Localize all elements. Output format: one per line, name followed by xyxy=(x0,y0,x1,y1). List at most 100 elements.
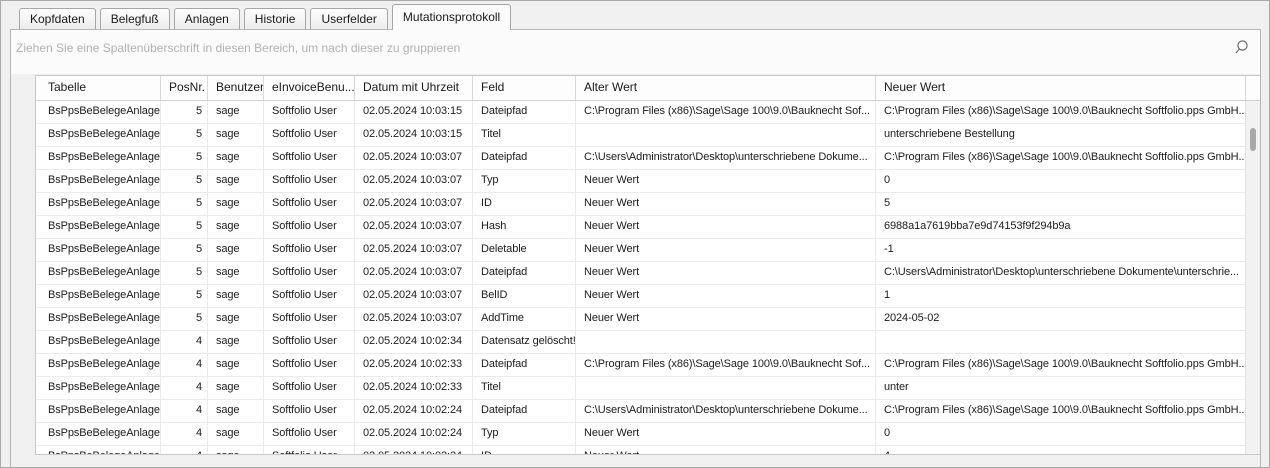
cell-feld[interactable]: AddTime xyxy=(473,308,576,330)
cell-feld[interactable]: Hash xyxy=(473,216,576,238)
cell-neuer_wert[interactable]: 2024-05-02 xyxy=(876,308,1245,330)
cell-posnr[interactable]: 5 xyxy=(161,124,208,146)
cell-datum_mit_uhrzeit[interactable]: 02.05.2024 10:03:15 xyxy=(355,124,473,146)
column-header-feld[interactable]: Feld xyxy=(473,76,576,100)
cell-tabelle[interactable]: BsPpsBeBelegeAnlagen xyxy=(36,101,161,123)
cell-einvoicebenutzer[interactable]: Softfolio User xyxy=(264,331,355,353)
cell-alter_wert[interactable]: Neuer Wert xyxy=(576,423,876,445)
cell-posnr[interactable]: 5 xyxy=(161,239,208,261)
cell-alter_wert[interactable]: Neuer Wert xyxy=(576,239,876,261)
cell-einvoicebenutzer[interactable]: Softfolio User xyxy=(264,308,355,330)
table-row[interactable]: BsPpsBeBelegeAnlagen5sageSoftfolio User0… xyxy=(36,239,1245,262)
cell-benutzer[interactable]: sage xyxy=(208,377,264,399)
cell-datum_mit_uhrzeit[interactable]: 02.05.2024 10:03:07 xyxy=(355,193,473,215)
cell-einvoicebenutzer[interactable]: Softfolio User xyxy=(264,400,355,422)
cell-neuer_wert[interactable]: C:\Users\Administrator\Desktop\unterschr… xyxy=(876,262,1245,284)
cell-alter_wert[interactable]: Neuer Wert xyxy=(576,285,876,307)
table-row[interactable]: BsPpsBeBelegeAnlagen5sageSoftfolio User0… xyxy=(36,147,1245,170)
cell-alter_wert[interactable]: Neuer Wert xyxy=(576,446,876,454)
cell-einvoicebenutzer[interactable]: Softfolio User xyxy=(264,285,355,307)
cell-feld[interactable]: Dateipfad xyxy=(473,354,576,376)
cell-tabelle[interactable]: BsPpsBeBelegeAnlagen xyxy=(36,446,161,454)
cell-alter_wert[interactable] xyxy=(576,124,876,146)
column-header-einvoicebenutzer[interactable]: eInvoiceBenu... xyxy=(264,76,355,100)
cell-datum_mit_uhrzeit[interactable]: 02.05.2024 10:02:24 xyxy=(355,400,473,422)
cell-neuer_wert[interactable]: 5 xyxy=(876,193,1245,215)
cell-einvoicebenutzer[interactable]: Softfolio User xyxy=(264,423,355,445)
tab-historie[interactable]: Historie xyxy=(244,8,307,29)
cell-einvoicebenutzer[interactable]: Softfolio User xyxy=(264,377,355,399)
table-row[interactable]: BsPpsBeBelegeAnlagen4sageSoftfolio User0… xyxy=(36,354,1245,377)
cell-feld[interactable]: Dateipfad xyxy=(473,101,576,123)
cell-tabelle[interactable]: BsPpsBeBelegeAnlagen xyxy=(36,193,161,215)
cell-posnr[interactable]: 5 xyxy=(161,193,208,215)
column-header-neuer_wert[interactable]: Neuer Wert xyxy=(876,76,1246,100)
table-row[interactable]: BsPpsBeBelegeAnlagen5sageSoftfolio User0… xyxy=(36,170,1245,193)
cell-alter_wert[interactable]: Neuer Wert xyxy=(576,193,876,215)
table-row[interactable]: BsPpsBeBelegeAnlagen5sageSoftfolio User0… xyxy=(36,101,1245,124)
cell-datum_mit_uhrzeit[interactable]: 02.05.2024 10:02:33 xyxy=(355,377,473,399)
column-header-datum_mit_uhrzeit[interactable]: Datum mit Uhrzeit xyxy=(355,76,473,100)
table-row[interactable]: BsPpsBeBelegeAnlagen5sageSoftfolio User0… xyxy=(36,308,1245,331)
cell-benutzer[interactable]: sage xyxy=(208,423,264,445)
cell-feld[interactable]: Dateipfad xyxy=(473,147,576,169)
cell-benutzer[interactable]: sage xyxy=(208,239,264,261)
group-by-panel[interactable]: Ziehen Sie eine Spaltenüberschrift in di… xyxy=(11,30,1260,74)
cell-einvoicebenutzer[interactable]: Softfolio User xyxy=(264,216,355,238)
cell-neuer_wert[interactable]: 6988a1a7619bba7e9d74153f9f294b9a xyxy=(876,216,1245,238)
cell-datum_mit_uhrzeit[interactable]: 02.05.2024 10:02:34 xyxy=(355,331,473,353)
cell-feld[interactable]: BelID xyxy=(473,285,576,307)
cell-posnr[interactable]: 5 xyxy=(161,262,208,284)
cell-feld[interactable]: ID xyxy=(473,446,576,454)
table-row[interactable]: BsPpsBeBelegeAnlagen5sageSoftfolio User0… xyxy=(36,193,1245,216)
cell-neuer_wert[interactable]: 0 xyxy=(876,423,1245,445)
cell-benutzer[interactable]: sage xyxy=(208,170,264,192)
cell-neuer_wert[interactable]: unterschriebene Bestellung xyxy=(876,124,1245,146)
cell-einvoicebenutzer[interactable]: Softfolio User xyxy=(264,193,355,215)
cell-benutzer[interactable]: sage xyxy=(208,446,264,454)
cell-benutzer[interactable]: sage xyxy=(208,331,264,353)
cell-alter_wert[interactable]: Neuer Wert xyxy=(576,216,876,238)
cell-posnr[interactable]: 4 xyxy=(161,331,208,353)
cell-neuer_wert[interactable]: -1 xyxy=(876,239,1245,261)
cell-einvoicebenutzer[interactable]: Softfolio User xyxy=(264,354,355,376)
cell-posnr[interactable]: 5 xyxy=(161,285,208,307)
table-row[interactable]: BsPpsBeBelegeAnlagen4sageSoftfolio User0… xyxy=(36,331,1245,354)
cell-feld[interactable]: Dateipfad xyxy=(473,262,576,284)
cell-feld[interactable]: Dateipfad xyxy=(473,400,576,422)
cell-feld[interactable]: Typ xyxy=(473,423,576,445)
tab-kopfdaten[interactable]: Kopfdaten xyxy=(19,8,96,29)
cell-tabelle[interactable]: BsPpsBeBelegeAnlagen xyxy=(36,170,161,192)
cell-datum_mit_uhrzeit[interactable]: 02.05.2024 10:03:07 xyxy=(355,262,473,284)
column-header-posnr[interactable]: PosNr. xyxy=(161,76,208,100)
cell-benutzer[interactable]: sage xyxy=(208,193,264,215)
cell-tabelle[interactable]: BsPpsBeBelegeAnlagen xyxy=(36,377,161,399)
cell-neuer_wert[interactable]: C:\Program Files (x86)\Sage\Sage 100\9.0… xyxy=(876,101,1245,123)
cell-datum_mit_uhrzeit[interactable]: 02.05.2024 10:03:07 xyxy=(355,308,473,330)
cell-feld[interactable]: Titel xyxy=(473,124,576,146)
cell-feld[interactable]: Titel xyxy=(473,377,576,399)
cell-alter_wert[interactable]: Neuer Wert xyxy=(576,170,876,192)
cell-alter_wert[interactable]: C:\Users\Administrator\Desktop\unterschr… xyxy=(576,400,876,422)
cell-benutzer[interactable]: sage xyxy=(208,124,264,146)
cell-tabelle[interactable]: BsPpsBeBelegeAnlagen xyxy=(36,308,161,330)
cell-benutzer[interactable]: sage xyxy=(208,101,264,123)
cell-benutzer[interactable]: sage xyxy=(208,285,264,307)
table-row[interactable]: BsPpsBeBelegeAnlagen5sageSoftfolio User0… xyxy=(36,216,1245,239)
table-row[interactable]: BsPpsBeBelegeAnlagen4sageSoftfolio User0… xyxy=(36,446,1245,454)
cell-datum_mit_uhrzeit[interactable]: 02.05.2024 10:03:15 xyxy=(355,101,473,123)
cell-neuer_wert[interactable] xyxy=(876,331,1245,353)
table-row[interactable]: BsPpsBeBelegeAnlagen4sageSoftfolio User0… xyxy=(36,400,1245,423)
cell-tabelle[interactable]: BsPpsBeBelegeAnlagen xyxy=(36,239,161,261)
cell-benutzer[interactable]: sage xyxy=(208,354,264,376)
cell-alter_wert[interactable] xyxy=(576,377,876,399)
cell-benutzer[interactable]: sage xyxy=(208,308,264,330)
column-header-alter_wert[interactable]: Alter Wert xyxy=(576,76,876,100)
cell-feld[interactable]: Deletable xyxy=(473,239,576,261)
tab-anlagen[interactable]: Anlagen xyxy=(174,8,240,29)
cell-einvoicebenutzer[interactable]: Softfolio User xyxy=(264,170,355,192)
scrollbar-thumb[interactable] xyxy=(1250,128,1256,151)
cell-tabelle[interactable]: BsPpsBeBelegeAnlagen xyxy=(36,331,161,353)
cell-posnr[interactable]: 5 xyxy=(161,147,208,169)
cell-posnr[interactable]: 5 xyxy=(161,170,208,192)
